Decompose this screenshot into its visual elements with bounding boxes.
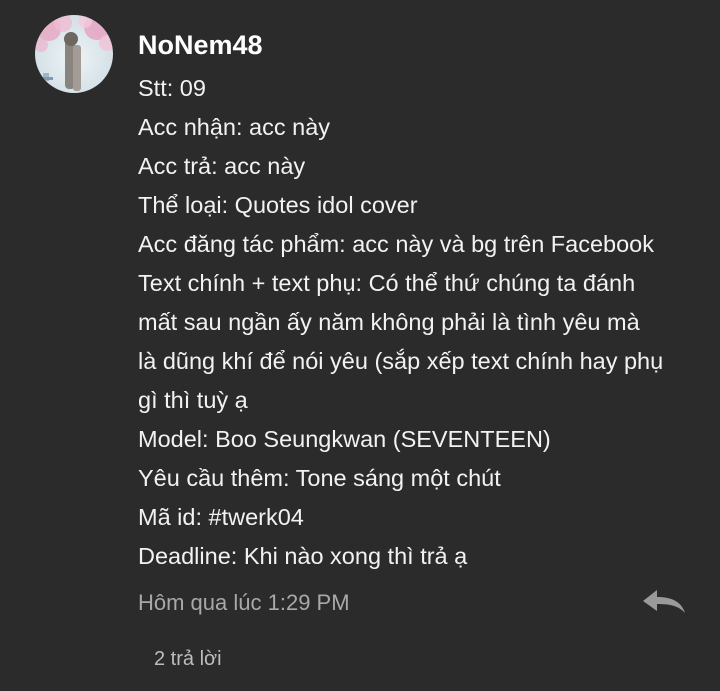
- comment-body: Stt: 09 Acc nhận: acc này Acc trả: acc n…: [138, 69, 698, 576]
- comment-line: Acc nhận: acc này: [138, 114, 331, 140]
- comment-line: mất sau ngần ấy năm không phải là tình y…: [138, 309, 640, 335]
- comment-line: Deadline: Khi nào xong thì trả ạ: [138, 543, 468, 569]
- comment-author[interactable]: NoNem48: [138, 26, 263, 64]
- view-replies-link[interactable]: 2 trả lời: [154, 644, 222, 674]
- comment-line: Mã id: #twerk04: [138, 504, 304, 530]
- comment-card: NoNem48 Stt: 09 Acc nhận: acc này Acc tr…: [0, 0, 720, 691]
- comment-line: gì thì tuỳ ạ: [138, 387, 248, 413]
- comment-line: Stt: 09: [138, 75, 206, 101]
- avatar[interactable]: [35, 15, 113, 93]
- comment-line: Yêu cầu thêm: Tone sáng một chút: [138, 465, 501, 491]
- avatar-image: [35, 15, 113, 93]
- comment-line: Model: Boo Seungkwan (SEVENTEEN): [138, 426, 551, 452]
- comment-line: Acc đăng tác phẩm: acc này và bg trên Fa…: [138, 231, 654, 257]
- comment-line: Text chính + text phụ: Có thể thứ chúng …: [138, 270, 636, 296]
- comment-line: là dũng khí để nói yêu (sắp xếp text chí…: [138, 348, 664, 374]
- reply-button[interactable]: [641, 587, 687, 619]
- comment-timestamp: Hôm qua lúc 1:29 PM: [138, 590, 350, 615]
- comment-line: Thể loại: Quotes idol cover: [138, 192, 418, 218]
- comment-line: Acc trả: acc này: [138, 153, 306, 179]
- reply-arrow-icon: [643, 590, 685, 613]
